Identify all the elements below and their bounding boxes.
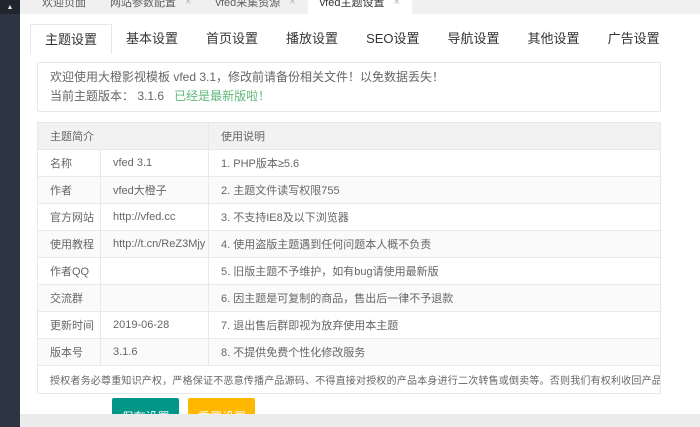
table-row: 版本号 3.1.6 8. 不提供免费个性化修改服务 <box>38 339 661 366</box>
window-tab-collect[interactable]: vfed采集资源 × <box>203 0 307 14</box>
table-row: 官方网站 http://vfed.cc 3. 不支持IE8及以下浏览器 <box>38 204 661 231</box>
notice-line1: 欢迎使用大橙影视模板 vfed 3.1，修改前请备份相关文件！以免数据丢失！ <box>50 68 648 87</box>
row-value: 2019-06-28 <box>101 312 209 339</box>
window-tabbar: 欢迎页面 网站参数配置 × vfed采集资源 × vfed主题设置 × <box>20 0 700 14</box>
version-label: 当前主题版本： <box>50 89 134 103</box>
row-note: 3. 不支持IE8及以下浏览器 <box>209 204 661 231</box>
reset-settings-button[interactable]: 重置设置 <box>188 398 255 414</box>
row-value: http://t.cn/ReZ3Mjy <box>101 231 209 258</box>
row-label: 更新时间 <box>38 312 101 339</box>
window-tab-label: vfed采集资源 <box>215 0 280 10</box>
tab-other-settings[interactable]: 其他设置 <box>514 24 594 54</box>
welcome-notice: 欢迎使用大橙影视模板 vfed 3.1，修改前请备份相关文件！以免数据丢失！ 当… <box>37 62 661 112</box>
row-value <box>101 258 209 285</box>
theme-settings-panel: 主题设置 基本设置 首页设置 播放设置 SEO设置 导航设置 其他设置 广告设置… <box>20 14 700 414</box>
tab-home-settings[interactable]: 首页设置 <box>192 24 272 54</box>
close-icon[interactable]: × <box>393 0 399 8</box>
latest-version-status: 已经是最新版啦！ <box>174 89 270 103</box>
tab-seo-settings[interactable]: SEO设置 <box>352 24 433 54</box>
row-note: 8. 不提供免费个性化修改服务 <box>209 339 661 366</box>
tab-basic-settings[interactable]: 基本设置 <box>112 24 192 54</box>
window-tab-label: 欢迎页面 <box>42 0 86 10</box>
row-value: vfed大橙子 <box>101 177 209 204</box>
window-tab-welcome[interactable]: 欢迎页面 <box>30 0 98 14</box>
settings-tabs: 主题设置 基本设置 首页设置 播放设置 SEO设置 导航设置 其他设置 广告设置 <box>30 24 674 54</box>
notice-line2: 当前主题版本： 3.1.6 已经是最新版啦！ <box>50 87 648 106</box>
table-row: 使用教程 http://t.cn/ReZ3Mjy 4. 使用盗版主题遇到任何问题… <box>38 231 661 258</box>
license-text: 授权者务必尊重知识产权，严格保证不恶意传播产品源码、不得直接对授权的产品本身进行… <box>38 366 661 394</box>
tab-ad-settings[interactable]: 广告设置 <box>594 24 674 54</box>
sidebar-collapse-button[interactable]: ▲ <box>0 0 20 14</box>
close-icon[interactable]: × <box>289 0 295 8</box>
column-header-intro: 主题简介 <box>38 123 209 150</box>
window-tab-label: vfed主题设置 <box>320 0 385 10</box>
table-row: 作者 vfed大橙子 2. 主题文件读写权限755 <box>38 177 661 204</box>
row-value: vfed 3.1 <box>101 150 209 177</box>
row-note: 5. 旧版主题不予维护，如有bug请使用最新版 <box>209 258 661 285</box>
tab-play-settings[interactable]: 播放设置 <box>272 24 352 54</box>
table-row: 更新时间 2019-06-28 7. 退出售后群即视为放弃使用本主题 <box>38 312 661 339</box>
action-buttons: 保存设置 重置设置 <box>112 398 255 414</box>
row-value: 3.1.6 <box>101 339 209 366</box>
row-label: 使用教程 <box>38 231 101 258</box>
row-note: 1. PHP版本≥5.6 <box>209 150 661 177</box>
row-note: 4. 使用盗版主题遇到任何问题本人概不负责 <box>209 231 661 258</box>
license-row: 授权者务必尊重知识产权，严格保证不恶意传播产品源码、不得直接对授权的产品本身进行… <box>38 366 661 394</box>
close-icon[interactable]: × <box>185 0 191 8</box>
bottom-strip <box>20 414 700 427</box>
window-tab-theme-settings[interactable]: vfed主题设置 × <box>308 0 412 14</box>
collapse-arrow-icon: ▲ <box>7 4 14 11</box>
window-tab-site-params[interactable]: 网站参数配置 × <box>98 0 203 14</box>
current-version: 3.1.6 <box>137 89 164 103</box>
row-note: 6. 因主题是可复制的商品，售出后一律不予退款 <box>209 285 661 312</box>
row-label: 版本号 <box>38 339 101 366</box>
row-value <box>101 285 209 312</box>
row-value: http://vfed.cc <box>101 204 209 231</box>
row-label: 官方网站 <box>38 204 101 231</box>
theme-intro-table: 主题简介 使用说明 名称 vfed 3.1 1. PHP版本≥5.6 作者 vf… <box>37 122 661 394</box>
table-header-row: 主题简介 使用说明 <box>38 123 661 150</box>
tab-nav-settings[interactable]: 导航设置 <box>434 24 514 54</box>
row-label: 作者 <box>38 177 101 204</box>
row-label: 名称 <box>38 150 101 177</box>
window-tab-label: 网站参数配置 <box>110 0 176 10</box>
table-row: 名称 vfed 3.1 1. PHP版本≥5.6 <box>38 150 661 177</box>
save-settings-button[interactable]: 保存设置 <box>112 398 179 414</box>
row-label: 作者QQ <box>38 258 101 285</box>
row-note: 2. 主题文件读写权限755 <box>209 177 661 204</box>
sidebar: ▲ <box>0 0 20 427</box>
table-row: 作者QQ 5. 旧版主题不予维护，如有bug请使用最新版 <box>38 258 661 285</box>
table-row: 交流群 6. 因主题是可复制的商品，售出后一律不予退款 <box>38 285 661 312</box>
row-label: 交流群 <box>38 285 101 312</box>
tab-theme-settings[interactable]: 主题设置 <box>30 24 112 54</box>
column-header-usage: 使用说明 <box>209 123 661 150</box>
row-note: 7. 退出售后群即视为放弃使用本主题 <box>209 312 661 339</box>
